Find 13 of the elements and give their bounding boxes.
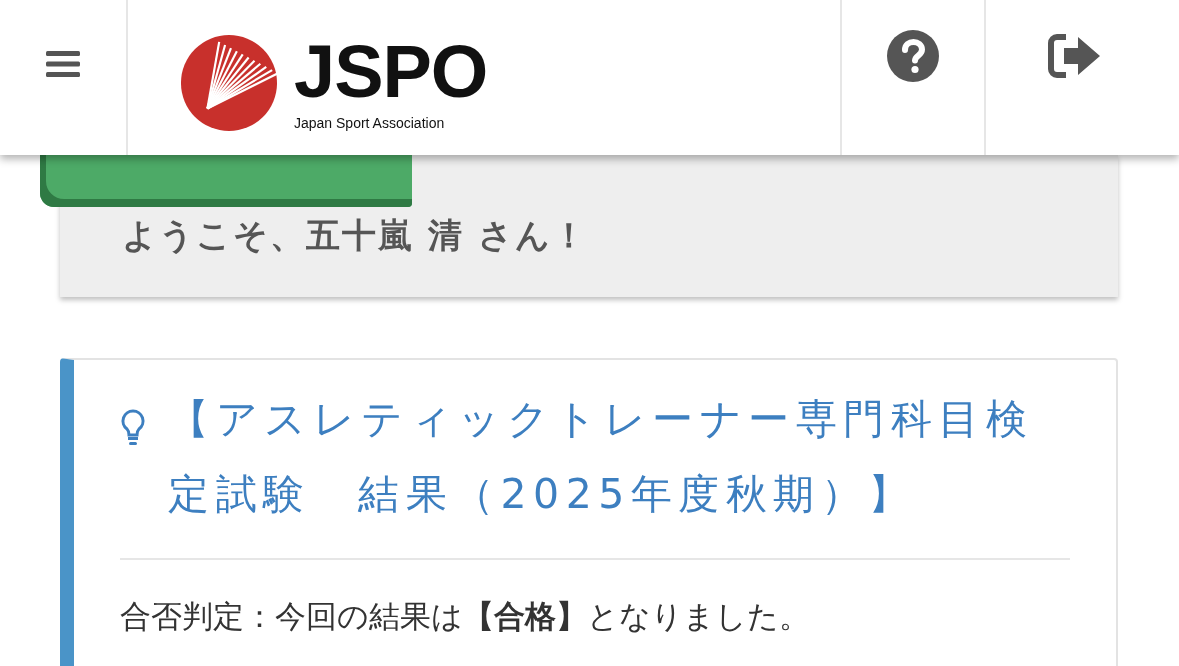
menu-icon xyxy=(46,50,80,77)
logo-emblem-icon xyxy=(180,33,278,132)
logout-icon xyxy=(1047,33,1102,78)
help-button[interactable] xyxy=(842,0,986,155)
menu-button[interactable] xyxy=(0,0,128,155)
logout-button[interactable] xyxy=(986,0,1179,155)
result-text: 合否判定：今回の結果は【合格】となりました。 xyxy=(120,597,811,636)
lightbulb-icon xyxy=(120,408,146,448)
welcome-message: ようこそ、五十嵐 清 さん！ xyxy=(122,214,588,257)
logo-wordmark: JSPO xyxy=(294,34,488,109)
logo-tagline: Japan Sport Association xyxy=(294,114,446,131)
help-icon xyxy=(886,28,940,83)
notice-title: 【アスレティックトレーナー専門科目検定試験 結果（2025年度秋期）】 xyxy=(168,394,1034,520)
